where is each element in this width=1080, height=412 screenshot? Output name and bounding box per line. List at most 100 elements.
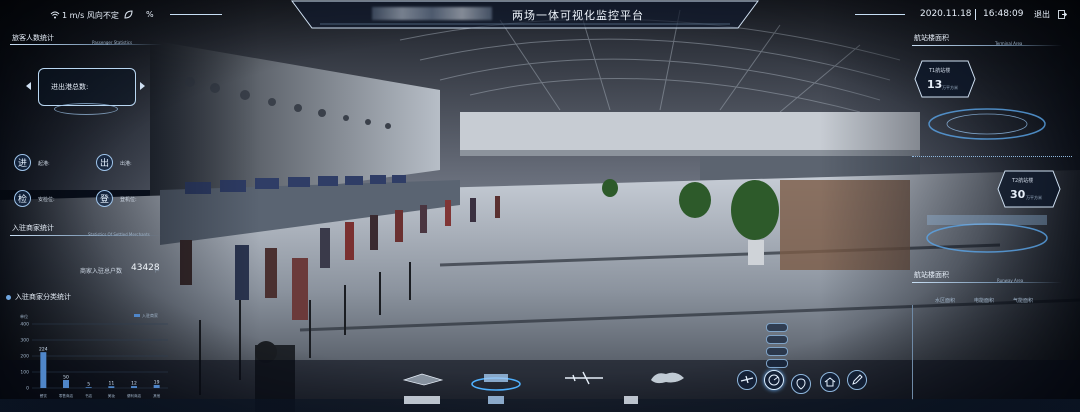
departures-label: 出港: [120, 161, 132, 167]
departures-icon: 出 [96, 154, 113, 171]
chart-ytick-label: 300 [20, 338, 29, 344]
side-control-4[interactable] [766, 359, 788, 368]
chart-legend-swatch [134, 314, 140, 317]
boarding-icon-char: 登 [99, 195, 109, 205]
runway-col-gas: 气能面积 [1013, 298, 1034, 304]
chart-ytick-label: 0 [26, 386, 29, 392]
radar-button[interactable] [764, 370, 784, 390]
passenger-stats-rule [10, 44, 162, 45]
side-control-3[interactable] [766, 347, 788, 356]
wifi-icon [50, 11, 60, 19]
arrivals-label: 起港: [38, 161, 50, 167]
airplane-icon [740, 375, 754, 384]
passenger-total-base [54, 103, 118, 115]
runway-col-electric: 电能面积 [974, 298, 995, 304]
terminal-area-rule [912, 45, 1062, 46]
arrivals-icon: 进 [14, 154, 31, 171]
t2-unit: 万平方米 [1026, 195, 1042, 200]
chart-category-label: 便利商店 [127, 393, 142, 398]
terminal-area-subtitle: Terminal Area [995, 41, 1023, 46]
passenger-stats-subtitle: Passenger Statistics [92, 40, 133, 45]
home-icon [824, 377, 836, 387]
location-button[interactable] [791, 374, 811, 394]
right-arrow-marker [140, 82, 145, 90]
blurred-footer-badge-1 [404, 396, 440, 404]
arrivals-icon-char: 进 [17, 159, 27, 169]
merchant-stats-title: 入驻商家统计 [12, 224, 54, 232]
t1-label: T1航站楼 [929, 68, 951, 74]
terminal-ring-1 [928, 108, 1046, 140]
radar-icon [768, 374, 780, 386]
logout-button[interactable]: 退出 [1032, 8, 1072, 22]
merchant-stats-subtitle: Statistics Of Settled Merchants [88, 232, 150, 237]
t1-card-frame [914, 60, 976, 98]
chart-category-label: 餐饮 [40, 393, 48, 398]
weather-wind: 1 m/s 风向不定 [62, 11, 119, 20]
blurred-footer-badge-3 [624, 396, 638, 404]
blurred-footer-badge-2 [488, 396, 504, 404]
t2-value: 30 [1010, 188, 1026, 201]
boarding-icon: 登 [96, 190, 113, 207]
t2-card-frame [997, 170, 1061, 208]
header-date: 2020.11.18 [920, 9, 972, 19]
merchant-category-dot [6, 295, 11, 300]
runway-col-water: 水区面积 [935, 298, 956, 304]
passenger-total-label: 进出港总数: [51, 83, 89, 91]
side-control-2[interactable] [766, 335, 788, 344]
home-button[interactable] [820, 372, 840, 392]
chart-bar [63, 380, 69, 388]
chart-category-label: 美妆 [108, 393, 116, 398]
left-arrow-marker [26, 82, 31, 90]
header-right-line [855, 14, 905, 15]
terminal-model-icon[interactable] [470, 366, 522, 392]
terminal-area-title: 航站楼面积 [914, 34, 949, 42]
merchant-count-unit: 户 [155, 268, 159, 273]
security-icon: 检 [14, 190, 31, 207]
merchant-count-label: 商家入驻总户数 [80, 268, 123, 275]
chart-value-label: 224 [39, 347, 48, 353]
chart-category-label: 零售商店 [59, 393, 74, 398]
header-time: 16:48:09 [983, 9, 1024, 19]
chart-value-label: 19 [154, 379, 160, 385]
merchant-category-chart: 400 300 200 100 0 224 餐饮 50 零售商店 5 书店 11 美妆 12 便利商店 19 其… [20, 322, 168, 398]
side-control-1[interactable] [766, 323, 788, 332]
header-left-line [170, 14, 222, 15]
chart-category-label: 其他 [153, 393, 161, 398]
departures-icon-char: 出 [99, 159, 109, 169]
chart-value-label: 50 [63, 375, 69, 381]
blurred-logo [372, 7, 492, 20]
runway-area-rule [912, 282, 1062, 283]
logout-label: 退出 [1034, 10, 1050, 19]
chart-value-label: 5 [87, 382, 90, 388]
location-icon [796, 378, 806, 390]
page-title: 两场一体可视化监控平台 [512, 9, 644, 22]
security-icon-char: 检 [17, 195, 27, 205]
chart-ytick-label: 100 [20, 370, 29, 376]
passenger-stats-title: 旅客人数统计 [12, 34, 54, 42]
chart-ytick-label: 200 [20, 354, 29, 360]
humidity-unit: % [146, 10, 154, 19]
security-label: 安检位: [38, 197, 55, 203]
t1-value: 13 [927, 78, 943, 91]
plane-model-icon[interactable] [563, 370, 605, 386]
map-model-icon[interactable] [648, 368, 688, 386]
dashboard-root: { "header": { "weather_wind": "1 m/s 风向不… [0, 0, 1080, 412]
bottom-bar [0, 399, 1080, 412]
edit-icon [852, 374, 863, 385]
runway-area-title: 航站楼面积 [914, 271, 949, 279]
runway-area-subtitle: Runway Area [997, 278, 1024, 283]
logout-icon [1058, 10, 1067, 19]
passenger-total-card: 进出港总数: [38, 68, 136, 106]
leaf-icon [124, 10, 133, 19]
terminal-dotted-axis [912, 156, 1072, 158]
t2-label: T2航站楼 [1012, 178, 1034, 184]
merchant-category-title: 入驻商家分类统计 [15, 293, 71, 301]
chart-value-label: 12 [131, 381, 137, 387]
chart-ytick-label: 400 [20, 322, 29, 328]
header-divider [975, 9, 976, 20]
edit-button[interactable] [847, 370, 867, 390]
airplane-button[interactable] [737, 370, 757, 390]
terminal-ring-2 [926, 215, 1048, 253]
chart-category-label: 书店 [85, 393, 93, 398]
airport-model-icon[interactable] [402, 370, 444, 386]
